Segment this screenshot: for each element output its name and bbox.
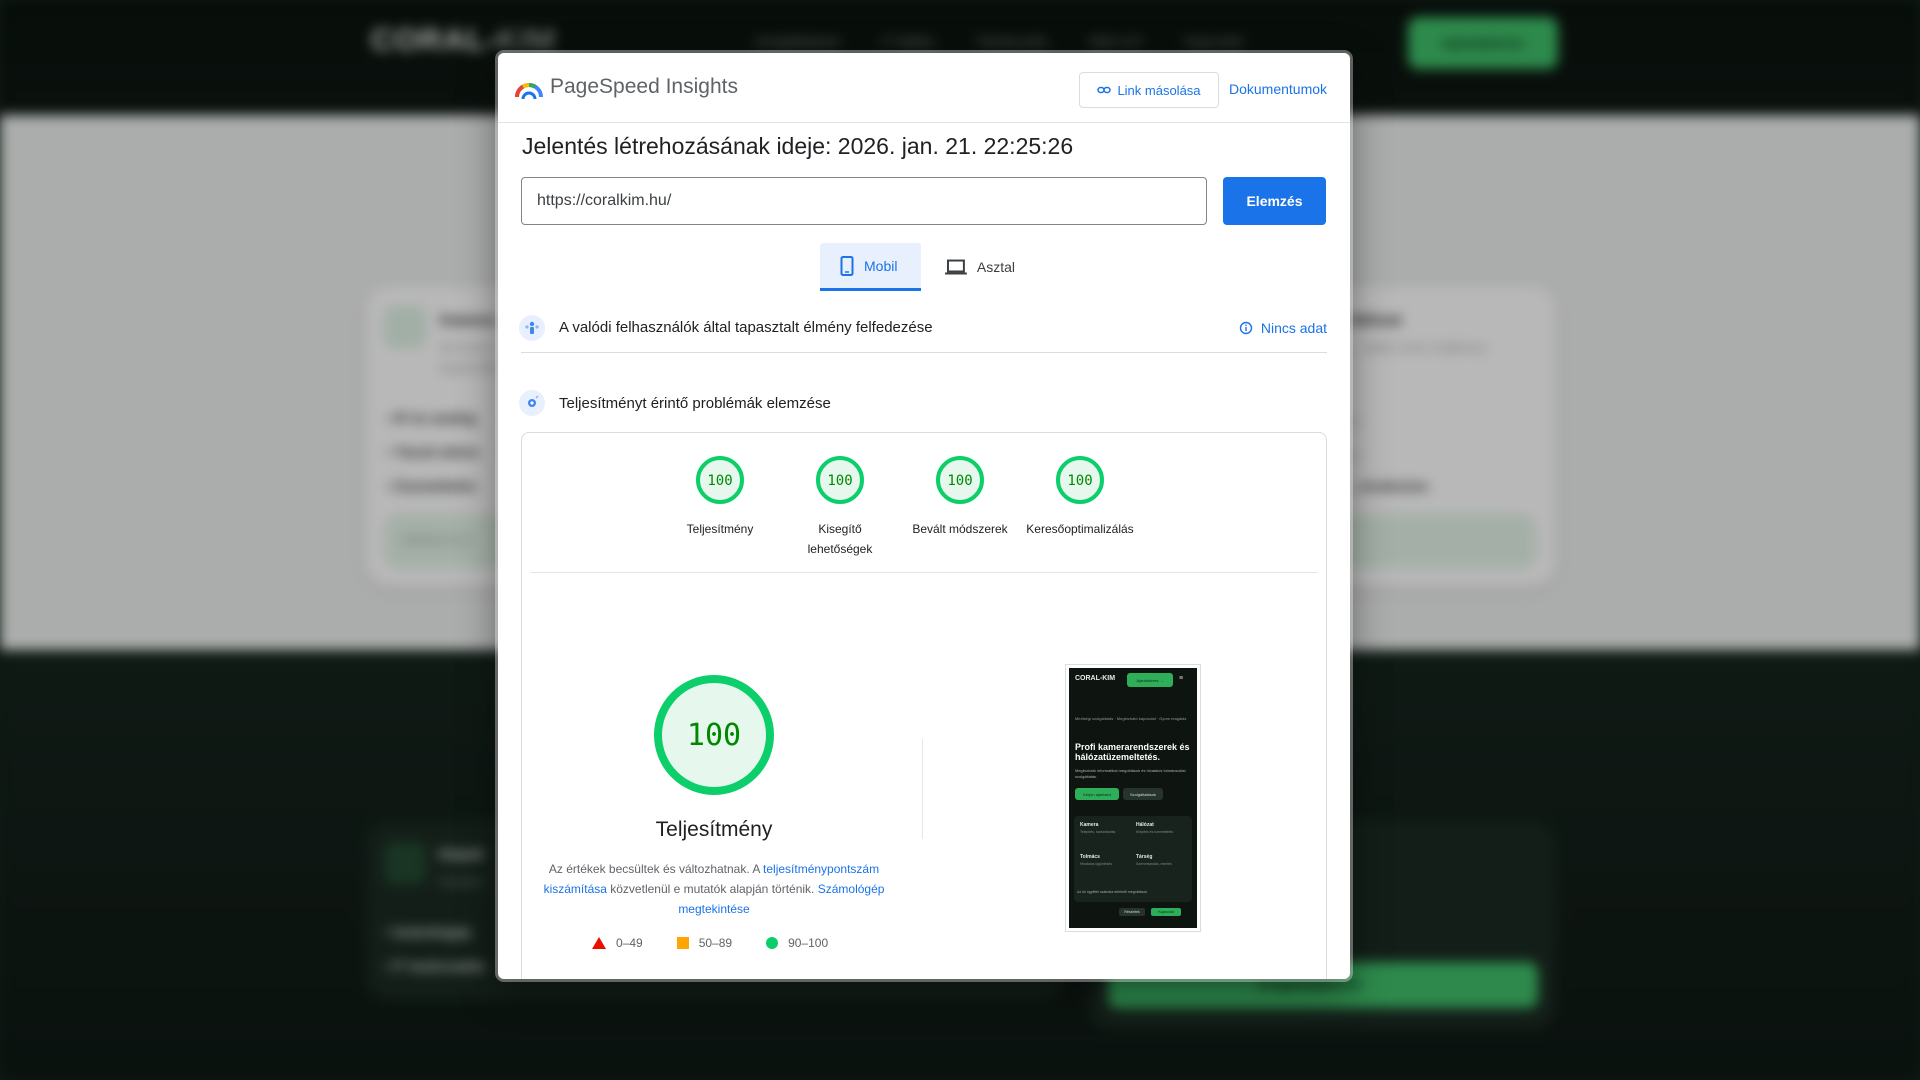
gauge-accessibility[interactable]: 100 Kisegítő lehetőségek [780, 455, 900, 559]
shot-cell: Kamera Telepítés, karbantartás [1080, 822, 1116, 834]
field-data-title: A valódi felhasználók által tapasztalt é… [559, 319, 933, 336]
pagespeed-panel: PageSpeed Insights Link másolása Dokumen… [498, 53, 1350, 979]
gauge-best-practices[interactable]: 100 Bevált módszerek [900, 455, 1020, 539]
shot-button-secondary: Szolgáltatások [1123, 788, 1163, 800]
shot-footer-text: Az ön ügyfélei számára elérhető megoldás… [1077, 890, 1148, 894]
main-score-value: 100 [687, 718, 741, 753]
shot-cta: Ajánlatkérés → [1127, 673, 1173, 687]
gauges-divider [530, 572, 1318, 573]
shot-button-primary: Kérjen ajánlatot [1075, 788, 1119, 800]
shot-headline: Profi kamerarendszerek és hálózatüzemelt… [1075, 742, 1190, 762]
triangle-icon [592, 937, 606, 949]
score-ring: 100 [816, 456, 864, 504]
shot-logo: CORAL-KIM [1075, 675, 1116, 682]
gauge-seo[interactable]: 100 Keresőoptimalizálás [1020, 455, 1140, 539]
shot-paragraph: Megbízható informatikai megoldások és hi… [1075, 768, 1186, 779]
category-gauges: 100 Teljesítmény 100 Kisegítő lehetősége… [522, 433, 1326, 573]
copy-link-button[interactable]: Link másolása [1079, 72, 1219, 108]
circle-icon [766, 937, 779, 949]
tab-desktop-label: Asztal [976, 259, 1015, 275]
results-card: 100 Teljesítmény 100 Kisegítő lehetősége… [521, 432, 1327, 979]
no-data-label: Nincs adat [1260, 319, 1327, 336]
final-screenshot[interactable]: CORAL-KIM Ajánlatkérés → ≡ Minőségi szol… [1065, 664, 1201, 932]
gauge-label: Teljesítmény [686, 522, 754, 536]
info-icon [1239, 321, 1253, 334]
legend-pass: 90–100 [766, 936, 828, 950]
gauge-label: Kisegítő lehetőségek [807, 522, 873, 556]
tab-mobile-label: Mobil [864, 257, 898, 274]
laptop-icon [945, 259, 967, 275]
docs-link[interactable]: Dokumentumok [1229, 81, 1327, 97]
legend-average: 50–89 [676, 936, 732, 950]
square-icon [676, 937, 689, 949]
shot-cell: Társég Szervertárolás, mentés [1136, 854, 1172, 866]
analyze-button[interactable]: Elemzés [1223, 177, 1326, 225]
legend-fail: 0–49 [592, 936, 643, 950]
gauge-label: Bevált módszerek [912, 522, 1008, 536]
gauge-performance[interactable]: 100 Teljesítmény [660, 455, 780, 539]
no-data-indicator[interactable]: Nincs adat [1239, 320, 1327, 336]
shot-footer-button: Részletek [1119, 908, 1145, 916]
copy-link-label: Link másolása [1117, 82, 1201, 98]
users-icon [519, 314, 545, 341]
pagespeed-logo-icon [515, 82, 543, 100]
shot-menu-icon: ≡ [1179, 675, 1184, 682]
field-data-section[interactable]: A valódi felhasználók által tapasztalt é… [519, 303, 1327, 353]
desc-text: közvetlenül e mutatók alapján történik. [606, 882, 818, 896]
score-value: 100 [1067, 473, 1092, 489]
score-value: 100 [707, 473, 732, 489]
score-description: Az értékek becsültek és változhatnak. A … [542, 859, 886, 919]
gauge-label: Keresőoptimalizálás [1026, 522, 1134, 536]
vertical-divider [922, 739, 923, 839]
shot-cell: Tolmács Hivatalos ügyintézés [1080, 854, 1113, 866]
tab-mobile[interactable]: Mobil [820, 243, 921, 291]
link-icon [1097, 86, 1112, 94]
lab-data-title: Teljesítményt érintő problémák elemzése [559, 394, 831, 412]
score-legend: 0–49 50–89 90–100 [592, 936, 828, 950]
app-title: PageSpeed Insights [550, 75, 738, 98]
shot-cell: Hálózat Kiépítés és üzemeltetés [1136, 822, 1174, 834]
report-timestamp: Jelentés létrehozásának ideje: 2026. jan… [522, 133, 1074, 159]
url-input[interactable] [521, 177, 1207, 225]
shot-badge: Minőségi szolgáltatás · Megbízható kapcs… [1075, 716, 1187, 721]
main-score-label: Teljesítmény [655, 818, 773, 841]
lab-data-section: Teljesítményt érintő problémák elemzése [519, 378, 1327, 428]
score-value: 100 [947, 473, 972, 489]
lab-flask-icon [519, 390, 545, 416]
score-ring: 100 [696, 456, 744, 504]
shot-footer-button: Kapcsolat [1151, 908, 1181, 916]
score-ring: 100 [936, 456, 984, 504]
main-performance-gauge: 100 [654, 675, 774, 795]
screenshot-content: CORAL-KIM Ajánlatkérés → ≡ Minőségi szol… [1069, 668, 1197, 928]
score-value: 100 [827, 473, 852, 489]
topbar: PageSpeed Insights Link másolása Dokumen… [498, 53, 1350, 123]
tab-desktop[interactable]: Asztal [925, 243, 1035, 291]
mobile-phone-icon [840, 255, 854, 276]
score-ring: 100 [1056, 456, 1104, 504]
desc-text: Az értékek becsültek és változhatnak. A [548, 862, 764, 876]
